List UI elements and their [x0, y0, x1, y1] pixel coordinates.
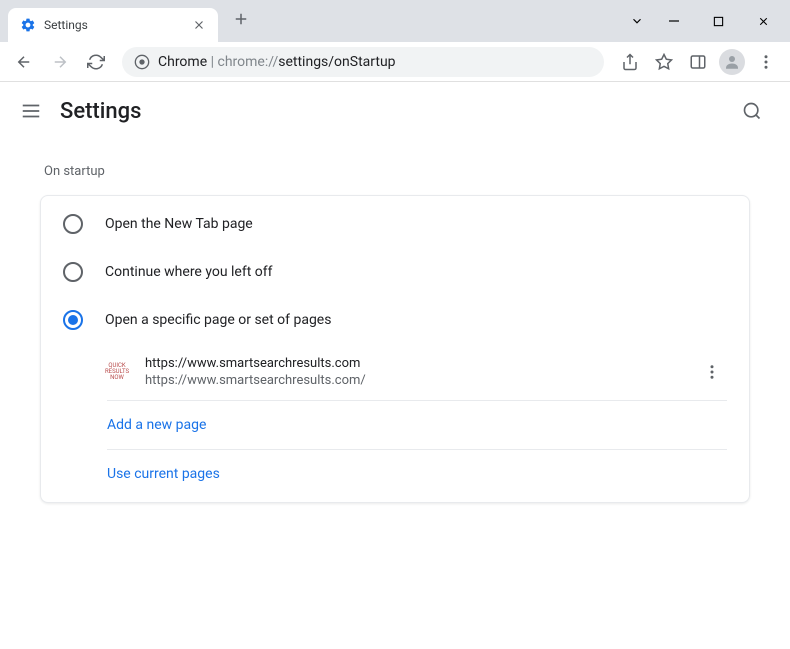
tab-dropdown-button[interactable] [623, 6, 651, 36]
url-text: Chrome | chrome://settings/onStartup [158, 54, 396, 70]
reload-button[interactable] [80, 46, 112, 78]
more-actions-button[interactable] [697, 357, 727, 387]
new-tab-button[interactable] [226, 4, 256, 34]
option-new-tab[interactable]: Open the New Tab page [41, 200, 749, 248]
page-url-text: https://www.smartsearchresults.com/ [145, 373, 679, 388]
browser-tab[interactable]: Settings [8, 8, 218, 42]
use-current-link[interactable]: Use current pages [107, 450, 727, 498]
startup-page-row: QUICK RESULTS NOW https://www.smartsearc… [107, 344, 727, 401]
page-header: Settings [0, 82, 790, 140]
settings-card: Open the New Tab page Continue where you… [40, 195, 750, 503]
side-panel-button[interactable] [682, 46, 714, 78]
close-window-button[interactable] [741, 6, 786, 36]
toolbar: Chrome | chrome://settings/onStartup [0, 42, 790, 82]
option-label: Open a specific page or set of pages [105, 312, 331, 328]
window-controls [623, 0, 790, 42]
page-content: Settings On startup Open the New Tab pag… [0, 82, 790, 503]
site-info-icon [134, 54, 150, 70]
radio-icon [63, 310, 83, 330]
option-label: Open the New Tab page [105, 216, 253, 232]
page-title: Settings [60, 99, 141, 124]
forward-button[interactable] [44, 46, 76, 78]
radio-icon [63, 214, 83, 234]
profile-button[interactable] [716, 46, 748, 78]
back-button[interactable] [8, 46, 40, 78]
option-continue[interactable]: Continue where you left off [41, 248, 749, 296]
menu-icon[interactable] [20, 100, 42, 122]
minimize-button[interactable] [651, 6, 696, 36]
favicon-icon: QUICK RESULTS NOW [107, 362, 127, 382]
search-button[interactable] [734, 93, 770, 129]
option-label: Continue where you left off [105, 264, 273, 280]
section-label: On startup [0, 140, 790, 195]
close-icon[interactable] [192, 18, 206, 32]
gear-icon [20, 17, 36, 33]
tab-title: Settings [44, 18, 88, 32]
add-page-link[interactable]: Add a new page [107, 401, 727, 450]
menu-button[interactable] [750, 46, 782, 78]
radio-icon [63, 262, 83, 282]
bookmark-button[interactable] [648, 46, 680, 78]
address-bar[interactable]: Chrome | chrome://settings/onStartup [122, 47, 604, 77]
page-info: https://www.smartsearchresults.com https… [145, 356, 679, 388]
option-specific-page[interactable]: Open a specific page or set of pages [41, 296, 749, 344]
titlebar: Settings [0, 0, 790, 42]
avatar-icon [719, 49, 745, 75]
startup-pages: QUICK RESULTS NOW https://www.smartsearc… [107, 344, 727, 498]
share-button[interactable] [614, 46, 646, 78]
maximize-button[interactable] [696, 6, 741, 36]
page-title-text: https://www.smartsearchresults.com [145, 356, 679, 371]
